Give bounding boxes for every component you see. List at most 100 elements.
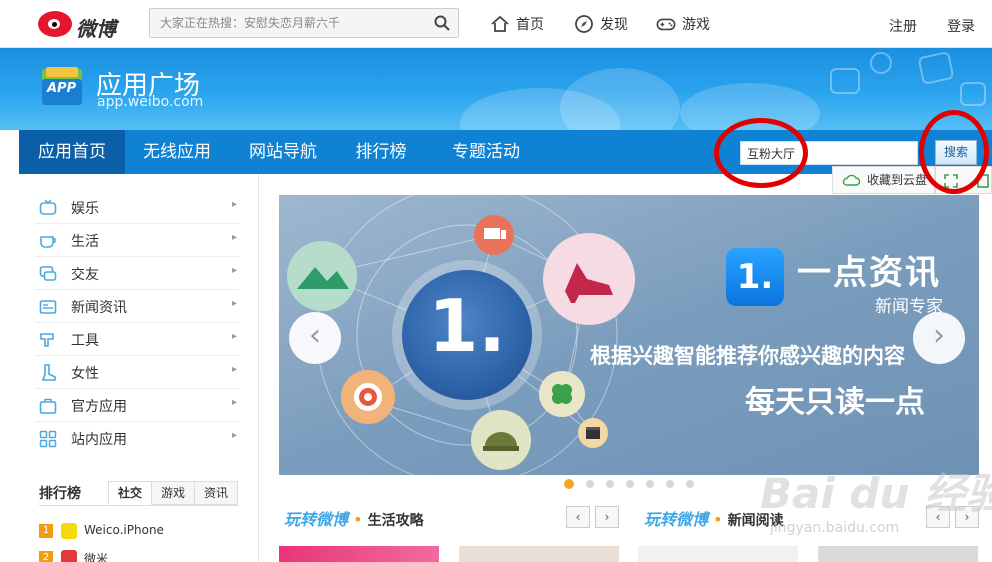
section-thumbnail[interactable] — [279, 546, 439, 562]
carousel-dot[interactable] — [646, 480, 654, 488]
section-thumbnail[interactable] — [459, 546, 619, 562]
globe-graphic: 1. — [402, 270, 532, 400]
section-em: 玩转微博 — [284, 510, 349, 529]
category-social[interactable]: 交友 ▸ — [35, 257, 239, 290]
news-icon — [39, 300, 57, 314]
login-link[interactable]: 登录 — [947, 16, 975, 36]
section-name: 生活攻略 — [367, 513, 424, 529]
ranking-tabs: 社交 游戏 资讯 — [108, 481, 238, 505]
briefcase-icon — [39, 398, 57, 414]
baidu-watermark-url: jingyan.baidu.com — [770, 520, 900, 536]
chevron-left-icon: ‹ — [309, 318, 321, 353]
app-logo-badge: APP — [47, 81, 77, 96]
category-entertainment[interactable]: 娱乐 ▸ — [35, 191, 239, 224]
category-onsite-apps[interactable]: 站内应用 ▸ — [35, 422, 239, 455]
grid-icon — [39, 430, 57, 448]
carousel-dot[interactable] — [686, 480, 694, 488]
category-label: 娱乐 — [71, 201, 99, 217]
search-icon[interactable] — [434, 15, 450, 31]
section-thumbnail[interactable] — [638, 546, 798, 562]
nav-home-label: 首页 — [516, 17, 544, 33]
category-label: 女性 — [71, 366, 99, 382]
category-tools[interactable]: 工具 ▸ — [35, 323, 239, 356]
section-life-guide-title: 玩转微博 • 生活攻略 — [284, 506, 424, 530]
section-thumbnail[interactable] — [818, 546, 978, 562]
tab-ranking[interactable]: 排行榜 — [341, 130, 421, 174]
rank-app-name: Weico.iPhone — [84, 523, 164, 537]
helmet-bubble-icon — [471, 410, 531, 470]
category-news[interactable]: 新闻资讯 ▸ — [35, 290, 239, 323]
chevron-right-icon: › — [604, 510, 610, 524]
weico-app-icon — [61, 523, 77, 539]
banner-deco-tv-icon — [830, 68, 860, 94]
banner-deco-circle-icon — [870, 52, 892, 74]
tab-label: 网站导航 — [249, 142, 317, 162]
ranking-tab-news[interactable]: 资讯 — [194, 481, 238, 505]
nav-discover-label: 发现 — [600, 17, 628, 33]
home-icon — [491, 15, 509, 32]
carousel-dot[interactable] — [564, 479, 574, 489]
category-label: 交友 — [71, 267, 99, 283]
boot-icon — [41, 364, 56, 381]
rank-app-name: 微米 — [84, 552, 109, 562]
carousel-dot[interactable] — [586, 480, 594, 488]
app-square-banner: APP 应用广场 app.weibo.com — [0, 48, 992, 130]
chevron-right-icon: ▸ — [231, 331, 237, 342]
register-link[interactable]: 注册 — [889, 16, 917, 36]
ranking-tab-games[interactable]: 游戏 — [151, 481, 195, 505]
category-label: 站内应用 — [71, 432, 127, 448]
section-prev-button[interactable]: ‹ — [566, 506, 590, 528]
nav-games-label: 游戏 — [682, 17, 710, 33]
chevron-left-icon: ‹ — [575, 510, 581, 524]
tab-site-nav[interactable]: 网站导航 — [233, 130, 333, 174]
clover-bubble-icon — [539, 371, 585, 417]
weibo-logo[interactable]: 微博 — [38, 9, 118, 41]
featured-carousel[interactable]: 1. 1. 一点资讯 新闻专家 根据兴趣智能推荐你感兴趣的内容 每天只读一点 ‹… — [279, 195, 979, 475]
tab-app-home[interactable]: 应用首页 — [19, 130, 125, 174]
clapper-bubble-icon — [578, 418, 608, 448]
tab-wireless-apps[interactable]: 无线应用 — [127, 130, 227, 174]
weibo-eye-icon — [38, 11, 72, 37]
tab-label: 排行榜 — [355, 142, 407, 162]
category-official-apps[interactable]: 官方应用 ▸ — [35, 389, 239, 422]
ranking-title: 排行榜 — [39, 486, 81, 502]
chevron-right-icon: ▸ — [231, 364, 237, 375]
tab-label: 专题活动 — [452, 142, 520, 162]
tab-label: 应用首页 — [38, 142, 106, 162]
section-next-button[interactable]: › — [595, 506, 619, 528]
top-search-input[interactable] — [150, 9, 420, 37]
cup-icon — [40, 236, 56, 248]
app-square-page: 微博 首页 发现 — [0, 0, 992, 562]
carousel-prev-button[interactable]: ‹ — [289, 312, 341, 364]
carousel-dot[interactable] — [666, 480, 674, 488]
category-label: 工具 — [71, 333, 99, 349]
tab-label: 无线应用 — [143, 142, 211, 162]
category-women[interactable]: 女性 ▸ — [35, 356, 239, 389]
category-life[interactable]: 生活 ▸ — [35, 224, 239, 257]
nav-home[interactable]: 首页 — [490, 0, 544, 48]
chevron-right-icon: ▸ — [231, 430, 237, 441]
carousel-dot[interactable] — [626, 480, 634, 488]
ranking-tab-social[interactable]: 社交 — [108, 481, 152, 505]
carousel-indicators — [564, 479, 706, 489]
tool-icon — [40, 333, 54, 347]
devices-bubble-icon — [474, 215, 514, 255]
rank-number: 1 — [39, 524, 53, 538]
banner-subtitle: app.weibo.com — [97, 94, 204, 110]
nav-games[interactable]: 游戏 — [656, 0, 710, 48]
tv-icon — [39, 199, 57, 215]
carousel-slogan-line1: 根据兴趣智能推荐你感兴趣的内容 — [590, 344, 905, 368]
category-label: 官方应用 — [71, 399, 127, 415]
weimi-app-icon — [61, 550, 77, 562]
carousel-dot[interactable] — [606, 480, 614, 488]
baidu-watermark: Bai du 经验 — [760, 469, 992, 518]
cloud-icon — [842, 174, 860, 186]
carousel-next-button[interactable]: › — [913, 312, 965, 364]
chevron-right-icon: ▸ — [231, 199, 237, 210]
mountain-bubble-icon — [287, 241, 357, 311]
save-to-cloud-label: 收藏到云盘 — [867, 173, 928, 187]
nav-discover[interactable]: 发现 — [574, 0, 628, 48]
tab-special-events[interactable]: 专题活动 — [431, 130, 541, 174]
chevron-right-icon: ▸ — [231, 298, 237, 309]
save-to-cloud-button[interactable]: 收藏到云盘 — [832, 166, 935, 194]
